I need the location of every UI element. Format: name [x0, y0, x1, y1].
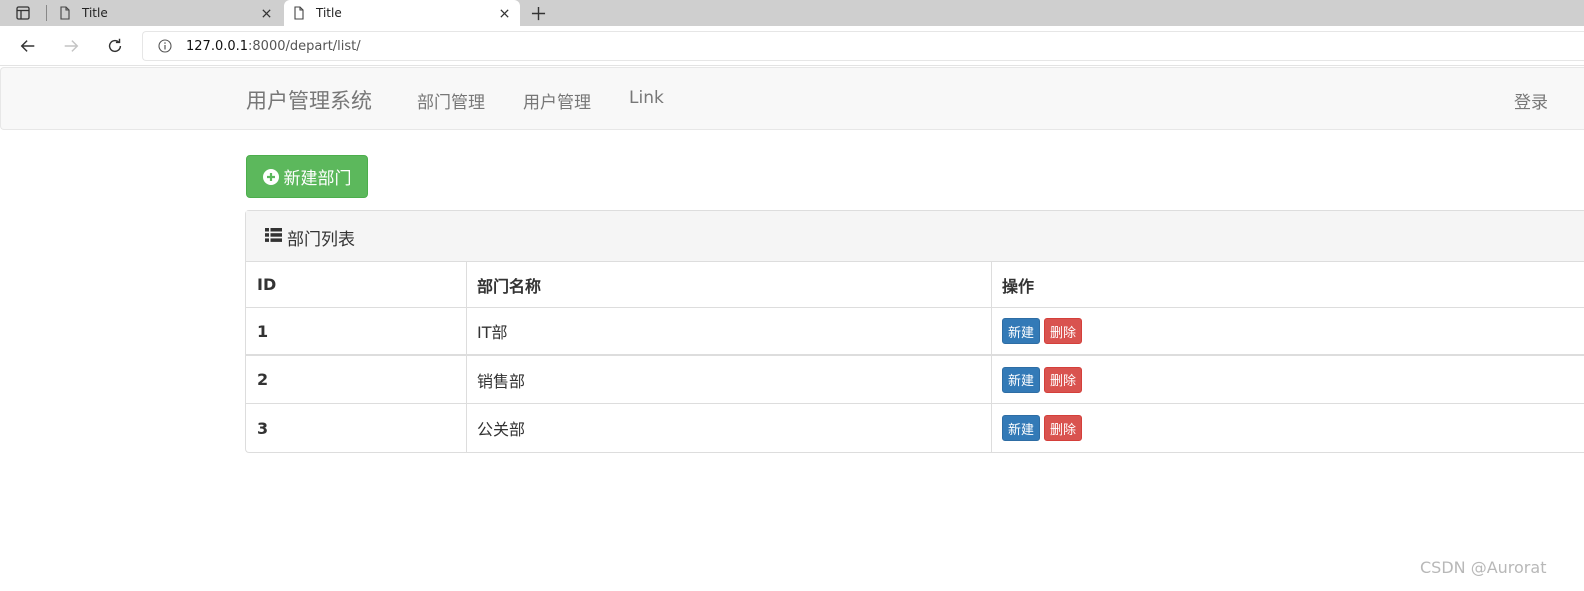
row-actions: 新建 删除 [991, 356, 1584, 403]
reload-button[interactable] [104, 36, 126, 56]
browser-tab-2[interactable]: Title [284, 0, 520, 26]
plus-circle-icon [262, 168, 279, 185]
row-actions: 新建 删除 [991, 308, 1584, 354]
column-header-name: 部门名称 [466, 262, 991, 307]
close-tab-icon[interactable] [258, 5, 274, 21]
new-tab-button[interactable] [526, 3, 550, 23]
browser-toolbar: 127.0.0.1:8000/depart/list/ [0, 26, 1584, 66]
nav-link-departments[interactable]: 部门管理 [417, 88, 485, 113]
edit-button[interactable]: 新建 [1002, 415, 1041, 441]
nav-link-link[interactable]: Link [629, 88, 664, 108]
url-path: :8000/depart/list/ [248, 38, 361, 54]
table-row: 3 公关部 新建 删除 [246, 404, 1584, 452]
close-tab-icon[interactable] [496, 5, 512, 21]
tab-actions-button[interactable] [8, 3, 38, 23]
row-department-name: 销售部 [466, 356, 991, 403]
browser-tab-title: Title [82, 6, 108, 20]
watermark: CSDN @Aurorat [1420, 558, 1547, 577]
row-department-name: 公关部 [466, 404, 991, 452]
url-host: 127.0.0.1 [186, 38, 249, 54]
delete-button[interactable]: 删除 [1044, 415, 1083, 441]
navbar-brand[interactable]: 用户管理系统 [246, 85, 372, 115]
browser-tab-title: Title [316, 6, 342, 20]
tab-actions-icon [16, 6, 30, 20]
page-icon [58, 6, 72, 20]
arrow-right-icon [64, 40, 79, 52]
table-header-row: ID 部门名称 操作 [246, 262, 1584, 308]
browser-tab-bar: Title Title [0, 0, 1584, 26]
nav-link-users[interactable]: 用户管理 [523, 88, 591, 113]
row-department-name: IT部 [466, 308, 991, 354]
forward-button[interactable] [60, 36, 82, 56]
delete-button[interactable]: 删除 [1044, 318, 1083, 344]
table-row: 2 销售部 新建 删除 [246, 356, 1584, 404]
app-navbar: 用户管理系统 部门管理 用户管理 Link 登录 [0, 67, 1584, 130]
edit-button[interactable]: 新建 [1002, 366, 1041, 393]
browser-tab-1[interactable]: Title [50, 0, 282, 26]
arrow-left-icon [20, 40, 35, 52]
info-icon[interactable] [158, 39, 172, 53]
panel-heading: 部门列表 [246, 211, 1584, 262]
address-bar[interactable]: 127.0.0.1:8000/depart/list/ [142, 31, 1584, 61]
row-id: 1 [257, 321, 269, 341]
tab-separator [46, 5, 47, 21]
row-id: 2 [257, 370, 269, 389]
back-button[interactable] [17, 36, 39, 56]
delete-button[interactable]: 删除 [1044, 366, 1083, 393]
column-header-actions: 操作 [991, 262, 1584, 307]
login-link[interactable]: 登录 [1514, 88, 1548, 113]
table-row: 1 IT部 新建 删除 [246, 308, 1584, 356]
panel-title: 部门列表 [287, 230, 355, 250]
new-department-label: 新建部门 [283, 169, 352, 189]
row-id: 3 [257, 418, 269, 438]
page-icon [292, 6, 306, 20]
list-icon [265, 228, 282, 242]
row-actions: 新建 删除 [991, 404, 1584, 452]
reload-icon [108, 38, 122, 53]
new-department-button[interactable]: 新建部门 [246, 155, 368, 198]
department-panel: 部门列表 ID 部门名称 操作 1 IT部 新建 删除 2 销售部 新建 删除 … [245, 210, 1584, 453]
plus-icon [531, 6, 545, 20]
column-header-id: ID [257, 275, 277, 294]
edit-button[interactable]: 新建 [1002, 318, 1041, 344]
